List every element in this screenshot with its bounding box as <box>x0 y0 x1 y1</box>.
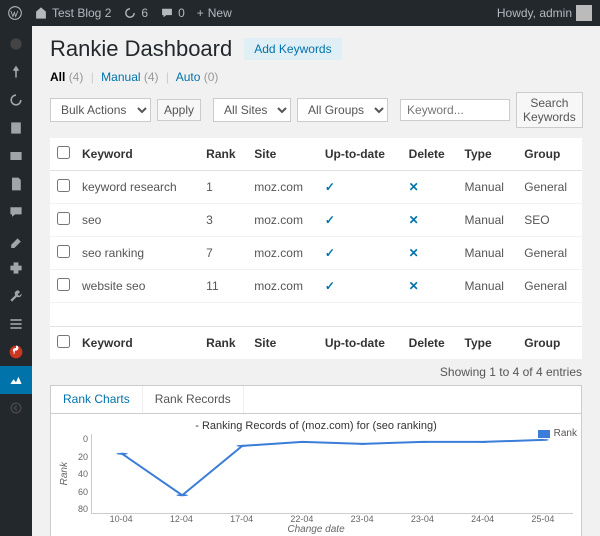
col-header[interactable]: Delete <box>403 138 459 171</box>
cell-group: SEO <box>518 204 582 237</box>
sidebar-updates[interactable] <box>0 86 32 114</box>
col-header[interactable]: Type <box>459 138 519 171</box>
page-title: Rankie Dashboard <box>50 36 232 62</box>
row-checkbox[interactable] <box>57 179 70 192</box>
tab-rank-charts[interactable]: Rank Charts <box>51 386 143 414</box>
sites-select[interactable]: All Sites <box>213 98 291 122</box>
sidebar-pages[interactable] <box>0 170 32 198</box>
cell-keyword: seo ranking <box>76 237 200 270</box>
cell-uptodate[interactable]: ✓ <box>319 237 403 270</box>
cell-group: General <box>518 270 582 303</box>
filter-links: All (4) | Manual (4) | Auto (0) <box>50 70 582 84</box>
wp-logo[interactable] <box>8 6 22 20</box>
table-row: keyword research1moz.com✓✕ManualGeneral <box>50 171 582 204</box>
cell-delete[interactable]: ✕ <box>403 270 459 303</box>
search-button[interactable]: Search Keywords <box>516 92 583 128</box>
cell-delete[interactable]: ✕ <box>403 171 459 204</box>
cell-site: moz.com <box>248 204 319 237</box>
cell-uptodate[interactable]: ✓ <box>319 270 403 303</box>
cell-rank: 3 <box>200 204 248 237</box>
table-row: website seo11moz.com✓✕ManualGeneral <box>50 270 582 303</box>
col-header[interactable]: Group <box>518 138 582 171</box>
sidebar-dashboard[interactable] <box>0 30 32 58</box>
sidebar-collapse[interactable] <box>0 394 32 422</box>
cell-type: Manual <box>459 204 519 237</box>
cell-uptodate[interactable]: ✓ <box>319 204 403 237</box>
col-header[interactable]: Type <box>459 327 519 360</box>
tab-rank-records[interactable]: Rank Records <box>143 386 244 413</box>
admin-bar: Test Blog 2 6 0 + New Howdy, admin <box>0 0 600 26</box>
cell-delete[interactable]: ✕ <box>403 204 459 237</box>
sidebar-settings[interactable] <box>0 310 32 338</box>
cell-uptodate[interactable]: ✓ <box>319 171 403 204</box>
cell-keyword: keyword research <box>76 171 200 204</box>
cell-rank: 1 <box>200 171 248 204</box>
cell-rank: 11 <box>200 270 248 303</box>
site-link[interactable]: Test Blog 2 <box>34 6 111 20</box>
col-header[interactable]: Keyword <box>76 327 200 360</box>
cell-rank: 7 <box>200 237 248 270</box>
col-header[interactable]: Rank <box>200 327 248 360</box>
row-checkbox[interactable] <box>57 278 70 291</box>
col-header[interactable]: Delete <box>403 327 459 360</box>
table-row: seo ranking7moz.com✓✕ManualGeneral <box>50 237 582 270</box>
x-axis-label: Change date <box>59 524 573 535</box>
add-keywords-button[interactable]: Add Keywords <box>244 38 341 60</box>
sidebar-tools[interactable] <box>0 282 32 310</box>
cell-keyword: seo <box>76 204 200 237</box>
search-input[interactable] <box>400 99 510 121</box>
comments-link[interactable]: 0 <box>160 6 185 20</box>
select-all-checkbox[interactable] <box>57 335 70 348</box>
cell-site: moz.com <box>248 171 319 204</box>
y-axis-label: Rank <box>59 462 70 485</box>
cell-type: Manual <box>459 237 519 270</box>
col-header[interactable]: Rank <box>200 138 248 171</box>
table-row: seo3moz.com✓✕ManualSEO <box>50 204 582 237</box>
row-checkbox[interactable] <box>57 245 70 258</box>
keywords-table: KeywordRankSiteUp-to-dateDeleteTypeGroup… <box>50 138 582 359</box>
user-greeting[interactable]: Howdy, admin <box>497 5 592 21</box>
updates-link[interactable]: 6 <box>123 6 148 20</box>
sidebar-pinterest[interactable] <box>0 338 32 366</box>
cell-type: Manual <box>459 270 519 303</box>
col-header[interactable]: Group <box>518 327 582 360</box>
sidebar-media[interactable] <box>0 142 32 170</box>
sidebar-pin[interactable] <box>0 58 32 86</box>
chart-tabs: Rank Charts Rank Records <box>50 385 582 413</box>
cell-delete[interactable]: ✕ <box>403 237 459 270</box>
col-header[interactable]: Up-to-date <box>319 138 403 171</box>
cell-group: General <box>518 237 582 270</box>
col-header[interactable]: Keyword <box>76 138 200 171</box>
bulk-actions-select[interactable]: Bulk Actions <box>50 98 151 122</box>
cell-keyword: website seo <box>76 270 200 303</box>
apply-button[interactable]: Apply <box>157 99 201 121</box>
sidebar-rankie[interactable] <box>0 366 32 394</box>
groups-select[interactable]: All Groups <box>297 98 388 122</box>
filter-all[interactable]: All <box>50 70 65 84</box>
filter-manual[interactable]: Manual <box>101 70 140 84</box>
sidebar-comments[interactable] <box>0 198 32 226</box>
new-link[interactable]: + New <box>197 6 232 20</box>
sidebar-appearance[interactable] <box>0 226 32 254</box>
filter-auto[interactable]: Auto <box>176 70 201 84</box>
chart-box: - Ranking Records of (moz.com) for (seo … <box>50 413 582 536</box>
admin-sidebar <box>0 26 32 536</box>
chart-title: - Ranking Records of (moz.com) for (seo … <box>59 420 573 432</box>
col-header[interactable]: Site <box>248 327 319 360</box>
showing-text: Showing 1 to 4 of 4 entries <box>50 365 582 379</box>
col-header[interactable]: Site <box>248 138 319 171</box>
cell-group: General <box>518 171 582 204</box>
sidebar-posts[interactable] <box>0 114 32 142</box>
row-checkbox[interactable] <box>57 212 70 225</box>
avatar <box>576 5 592 21</box>
select-all-checkbox[interactable] <box>57 146 70 159</box>
sidebar-plugins[interactable] <box>0 254 32 282</box>
cell-site: moz.com <box>248 237 319 270</box>
col-header[interactable]: Up-to-date <box>319 327 403 360</box>
cell-type: Manual <box>459 171 519 204</box>
cell-site: moz.com <box>248 270 319 303</box>
